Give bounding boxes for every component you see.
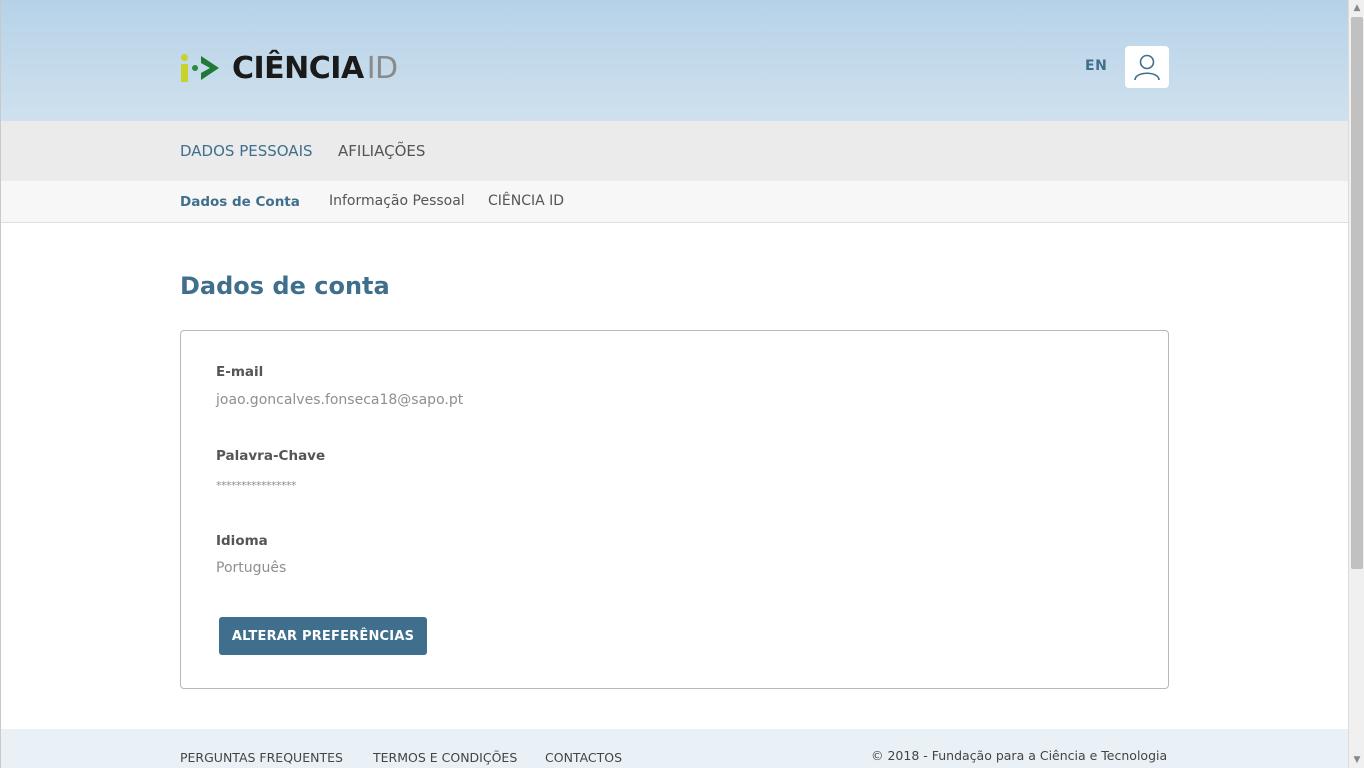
language-toggle-link[interactable]: EN (1085, 58, 1107, 74)
email-value: joao.goncalves.fonseca18@sapo.pt (216, 392, 464, 408)
ciencia-id-logo-icon (180, 51, 224, 85)
scroll-up-arrow-icon[interactable]: ▲ (1349, 0, 1364, 16)
footer-link-terms[interactable]: TERMOS E CONDIÇÕES (373, 750, 517, 765)
logo-text: CIÊNCIA ID (232, 50, 398, 86)
page: CIÊNCIA ID EN DADOS PESSOAIS AFILIAÇÕES D… (0, 0, 1348, 768)
language-label: Idioma (216, 533, 268, 549)
ciencia-id-logo[interactable]: CIÊNCIA ID (180, 50, 398, 86)
sub-nav: Dados de Conta Informação Pessoal CIÊNCI… (1, 181, 1348, 223)
email-label: E-mail (216, 364, 264, 380)
site-footer: PERGUNTAS FREQUENTES TERMOS E CONDIÇÕES … (1, 729, 1348, 768)
main-nav-item-afiliacoes[interactable]: AFILIAÇÕES (338, 142, 425, 160)
scrollbar-thumb[interactable] (1351, 17, 1363, 569)
user-icon (1134, 54, 1160, 81)
footer-link-contacts[interactable]: CONTACTOS (545, 750, 622, 765)
page-scrollbar[interactable]: ▲ ▼ (1348, 0, 1364, 768)
account-details-card: E-mail joao.goncalves.fonseca18@sapo.pt … (180, 330, 1169, 689)
user-menu-button[interactable] (1125, 46, 1169, 88)
sub-nav-item-dados-de-conta[interactable]: Dados de Conta (180, 194, 300, 210)
sub-nav-item-ciencia-id[interactable]: CIÊNCIA ID (488, 193, 564, 209)
change-preferences-button[interactable]: ALTERAR PREFERÊNCIAS (219, 617, 427, 655)
password-label: Palavra-Chave (216, 448, 326, 464)
page-title: Dados de conta (180, 272, 390, 300)
site-header: CIÊNCIA ID EN (1, 0, 1348, 121)
password-value: **************** (216, 479, 297, 492)
sub-nav-item-informacao-pessoal[interactable]: Informação Pessoal (329, 193, 465, 209)
language-value: Português (216, 560, 287, 576)
footer-link-faq[interactable]: PERGUNTAS FREQUENTES (180, 750, 343, 765)
main-nav-item-dados-pessoais[interactable]: DADOS PESSOAIS (180, 142, 313, 160)
scroll-down-arrow-icon[interactable]: ▼ (1349, 752, 1364, 768)
footer-copyright: © 2018 - Fundação para a Ciência e Tecno… (871, 748, 1168, 763)
main-nav: DADOS PESSOAIS AFILIAÇÕES (1, 121, 1348, 181)
